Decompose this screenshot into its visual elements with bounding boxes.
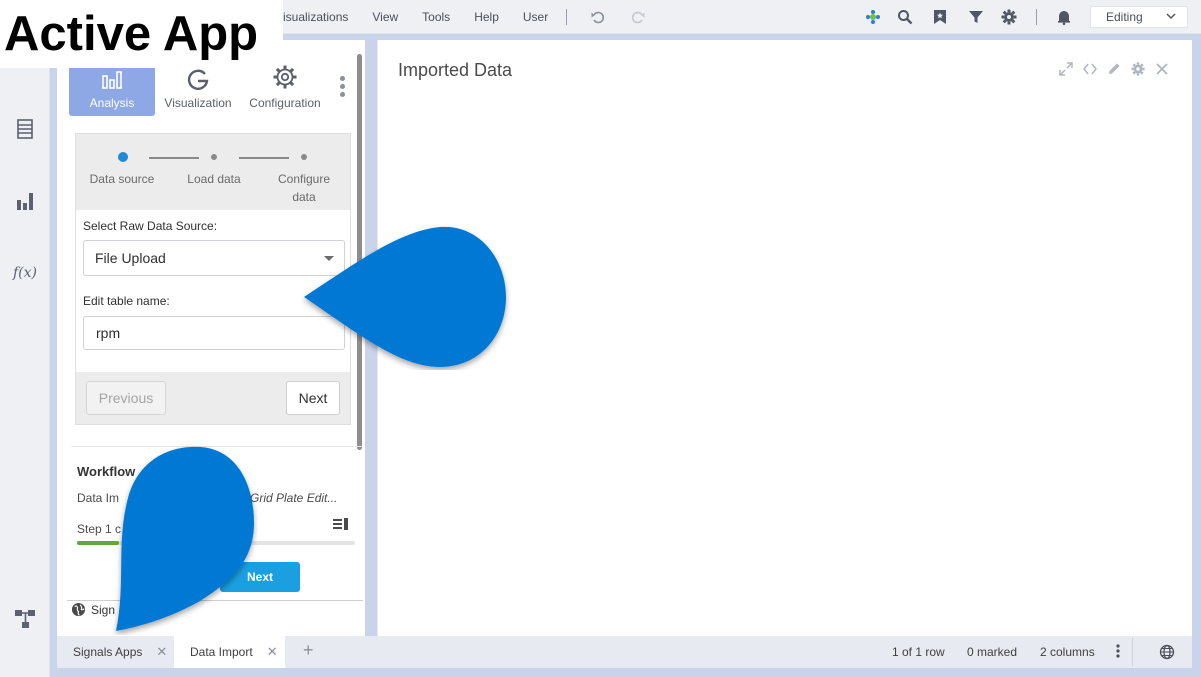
menu-help[interactable]: Help [474,10,499,24]
menu-view[interactable]: View [372,10,398,24]
flow-icon[interactable] [14,608,36,630]
code-icon[interactable] [1078,60,1102,78]
tab-signals-apps-label: Signals Apps [73,645,143,659]
mode-selector[interactable]: Editing [1090,6,1188,28]
source-label: Select Raw Data Source: [83,219,218,233]
menu-user[interactable]: User [523,10,548,24]
status-kebab-icon[interactable] [1115,643,1121,662]
chevron-down-icon [1165,10,1177,25]
gear-icon[interactable] [1126,60,1150,78]
maximize-icon[interactable] [1054,60,1078,78]
globe-icon [71,602,86,617]
tab-configuration[interactable]: Configuration [242,60,328,116]
tab-analysis[interactable]: Analysis [69,60,155,116]
main-menu: isualizations View Tools Help User [283,0,572,34]
toolbar-divider [566,9,567,25]
step-label-data-source: Data source [89,172,155,186]
more-options-icon[interactable] [337,76,347,100]
workflow-description-right: Grid Plate Edit... [250,491,338,505]
column-count: 2 columns [1040,645,1095,659]
search-icon[interactable] [896,8,914,26]
tab-analysis-label: Analysis [89,96,135,110]
tab-signals-apps[interactable]: Signals Apps ✕ [57,636,174,668]
close-tab-icon[interactable]: ✕ [156,644,167,660]
bookmark-icon[interactable] [931,8,949,26]
active-app-label: Active App [0,0,283,68]
menu-tools[interactable]: Tools [422,10,450,24]
step-connector [239,157,289,159]
step-label-configure-line2: data [292,190,316,204]
row-count: 1 of 1 row [892,645,945,659]
marked-count: 0 marked [967,645,1018,659]
step-label-configure-line1: Configure [277,172,331,186]
bell-icon[interactable] [1055,8,1073,26]
visualization-toolbar [1054,60,1174,78]
pencil-icon[interactable] [1102,60,1126,78]
tab-data-import-label: Data Import [190,645,253,659]
undo-icon[interactable] [589,8,607,26]
status-divider [1132,638,1133,666]
previous-button[interactable]: Previous [86,381,166,415]
status-bar: Signals Apps ✕ Data Import ✕ + 1 of 1 ro… [57,636,1192,668]
close-icon[interactable] [1150,60,1174,78]
add-page-button[interactable]: + [303,640,314,661]
step-dot-data-source[interactable] [118,152,128,162]
left-icon-rail: f(x) [0,34,50,677]
data-table-icon[interactable] [14,118,36,140]
mode-label: Editing [1106,10,1143,24]
tab-configuration-label: Configuration [249,96,321,110]
visualization-title: Imported Data [398,60,513,80]
close-tab-icon[interactable]: ✕ [267,644,278,660]
bar-chart-icon[interactable] [14,190,36,212]
step-dot-load-data[interactable] [211,154,217,160]
data-source-value: File Upload [95,250,166,266]
next-button[interactable]: Next [286,381,340,415]
tab-data-import[interactable]: Data Import ✕ [174,636,285,668]
tab-visualization[interactable]: Visualization [155,60,241,116]
menu-visualizations[interactable]: isualizations [283,10,348,24]
tooltip-pointer-shape [116,446,254,631]
tooltip-pointer-shape [304,226,506,367]
workflow-list-icon[interactable] [333,517,349,531]
filter-icon[interactable] [967,8,985,26]
tab-visualization-label: Visualization [164,96,232,110]
spotfire-logo-icon[interactable] [864,8,882,26]
step-dot-configure-data[interactable] [301,154,307,160]
toolbar-divider [1036,9,1037,25]
wizard-stepper: Data source Load data Configure data [76,134,350,210]
fx-icon[interactable]: f(x) [13,262,37,284]
step-connector [149,157,199,159]
gear-icon[interactable] [1000,8,1018,26]
step-label-load-data: Load data [187,172,241,186]
redo-icon[interactable] [629,8,647,26]
globe-icon[interactable] [1159,644,1175,663]
step-label-configure-data: Configure data [264,170,344,206]
table-name-label: Edit table name: [83,294,170,308]
